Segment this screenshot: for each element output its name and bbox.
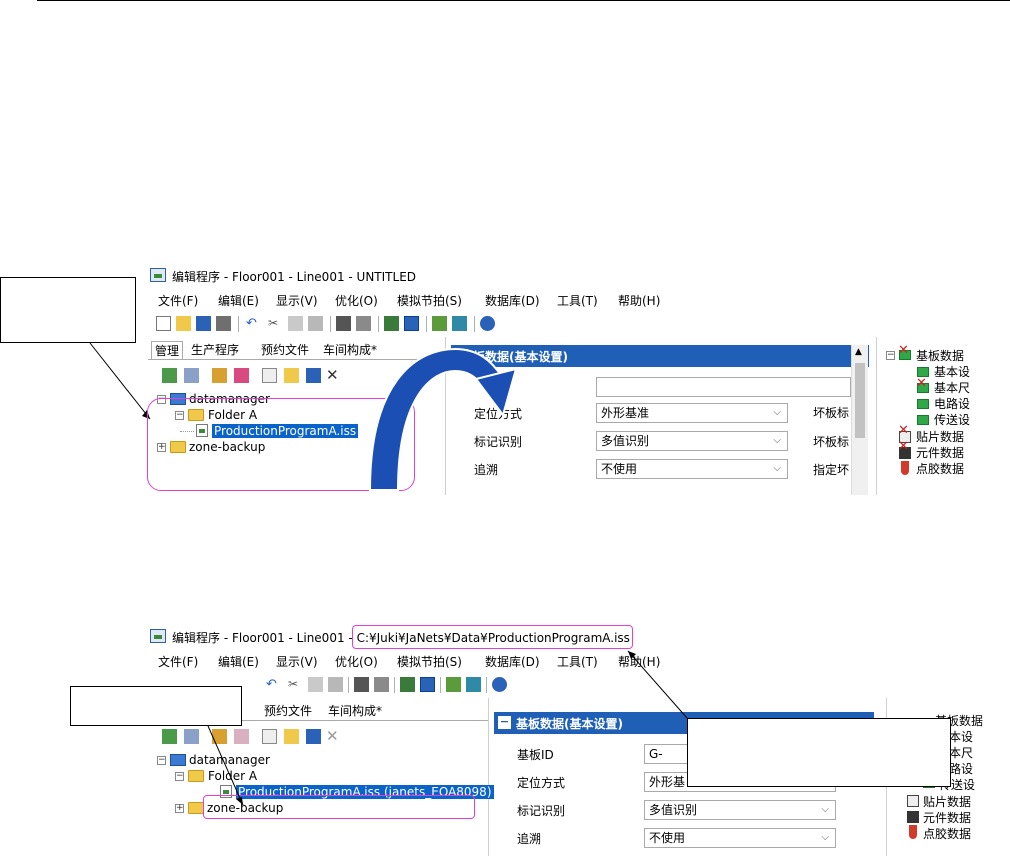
pointer-arrowhead [236, 797, 243, 805]
pointer-arrowhead [628, 651, 636, 659]
pointer-line [207, 725, 244, 806]
pointer-line [627, 650, 688, 719]
callout-pointers-after [207, 650, 688, 806]
